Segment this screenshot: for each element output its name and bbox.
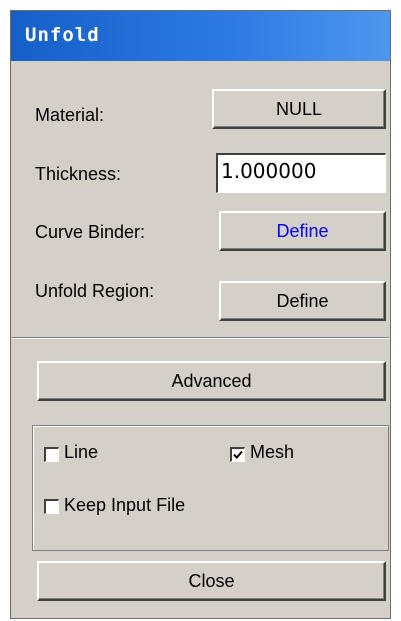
title-bar[interactable]: Unfold xyxy=(11,11,390,61)
material-button[interactable]: NULL xyxy=(212,89,386,129)
unfold-dialog: Unfold Material: NULL Thickness: 1.00000… xyxy=(10,10,391,619)
thickness-input[interactable]: 1.000000 xyxy=(216,153,386,193)
mesh-checkbox[interactable] xyxy=(230,447,245,462)
advanced-button[interactable]: Advanced xyxy=(37,361,386,401)
close-button[interactable]: Close xyxy=(37,561,386,601)
separator xyxy=(12,337,389,339)
options-group: Line Mesh Keep Input File xyxy=(32,425,389,551)
keep-input-file-checkbox-label[interactable]: Keep Input File xyxy=(64,495,185,516)
unfold-region-label: Unfold Region: xyxy=(35,281,155,301)
material-label: Material: xyxy=(35,105,105,125)
dialog-title: Unfold xyxy=(25,24,100,46)
line-checkbox[interactable] xyxy=(44,447,59,462)
curve-binder-define-button[interactable]: Define xyxy=(219,211,386,251)
unfold-region-define-button[interactable]: Define xyxy=(219,281,386,321)
curve-binder-label: Curve Binder: xyxy=(35,222,146,242)
checkmark-icon xyxy=(233,450,243,459)
keep-input-file-checkbox[interactable] xyxy=(44,499,59,514)
mesh-checkbox-label[interactable]: Mesh xyxy=(250,442,294,463)
line-checkbox-label[interactable]: Line xyxy=(64,442,98,463)
thickness-label: Thickness: xyxy=(35,164,122,184)
